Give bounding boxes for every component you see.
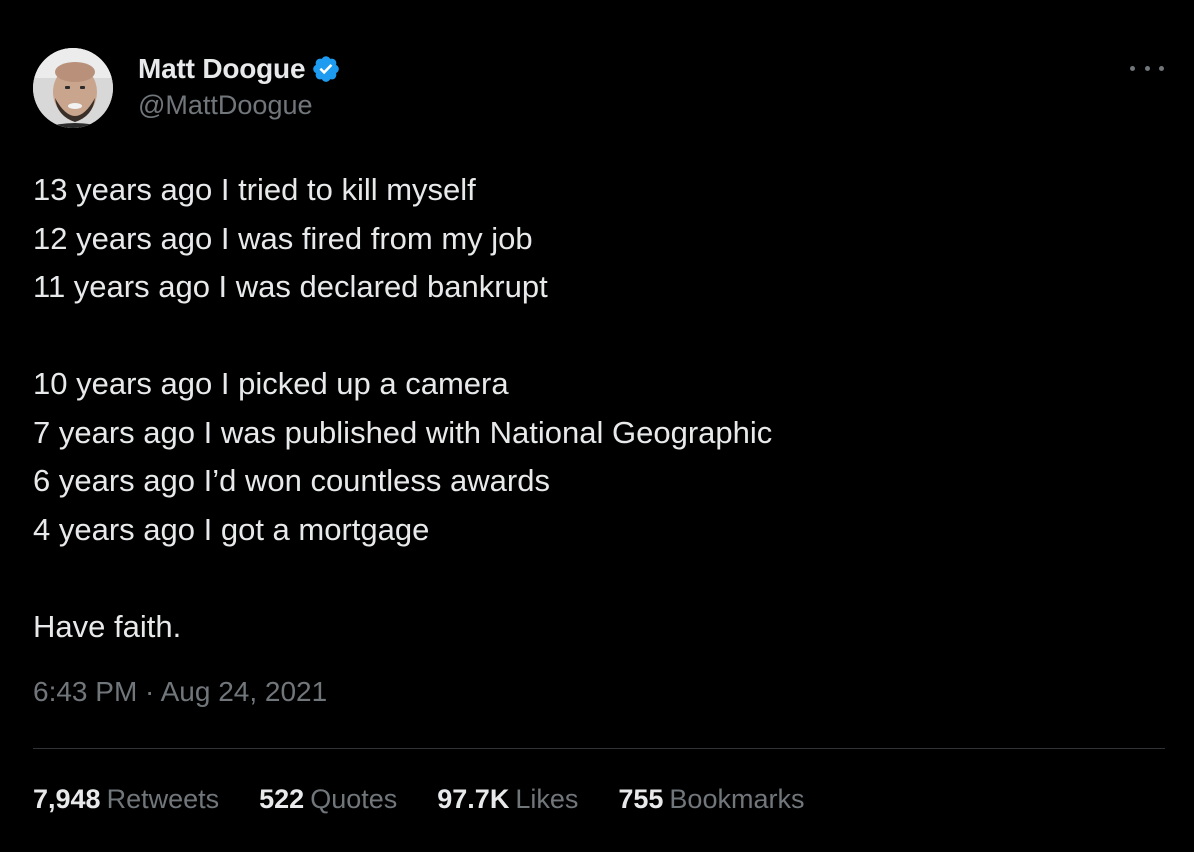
tweet-card: Matt Doogue @MattDoogue 13 years ago I t… [0, 0, 1194, 852]
tweet-timestamp[interactable]: 6:43 PM · Aug 24, 2021 [33, 676, 327, 708]
tweet-line: 12 years ago I was fired from my job [33, 220, 533, 256]
stat-label: Bookmarks [669, 784, 805, 814]
more-dot [1130, 65, 1135, 71]
stat-count: 97.7K [437, 784, 510, 814]
stat-likes[interactable]: 97.7K Likes [437, 784, 578, 815]
more-options-icon[interactable] [1130, 58, 1164, 78]
tweet-line: 11 years ago I was declared bankrupt [33, 269, 548, 304]
more-dot [1159, 65, 1164, 71]
tweet-line: Have faith. [33, 608, 182, 644]
tweet-line: 10 years ago I picked up a camera [33, 366, 509, 401]
verified-badge-icon [311, 54, 341, 84]
avatar-image [33, 48, 113, 128]
author-handle[interactable]: @MattDoogue [138, 90, 341, 121]
stat-count: 522 [259, 784, 305, 814]
tweet-line: 6 years ago I’d won countless awards [33, 463, 550, 498]
tweet-line: 13 years ago I tried to kill myself [33, 172, 476, 207]
stat-quotes[interactable]: 522 Quotes [259, 784, 397, 815]
stat-label: Quotes [310, 784, 398, 814]
stat-retweets[interactable]: 7,948 Retweets [33, 784, 219, 815]
stat-label: Likes [515, 784, 579, 814]
engagement-stats: 7,948 Retweets 522 Quotes 97.7K Likes 755 Bo… [33, 784, 844, 815]
stat-count: 7,948 [33, 784, 101, 814]
avatar[interactable] [33, 48, 113, 128]
name-row: Matt Doogue [138, 50, 341, 88]
stat-bookmarks[interactable]: 755 Bookmarks [618, 784, 804, 815]
divider [33, 748, 1165, 749]
author-display-name[interactable]: Matt Doogue [138, 53, 306, 85]
author-block: Matt Doogue @MattDoogue [138, 50, 341, 121]
stat-count: 755 [618, 784, 664, 814]
stat-label: Retweets [106, 784, 220, 814]
tweet-line: 7 years ago I was published with Nationa… [33, 414, 773, 450]
more-dot [1144, 65, 1150, 71]
tweet-text: 13 years ago I tried to kill myself 12 y… [33, 166, 1153, 651]
tweet-line: 4 years ago I got a mortgage [33, 511, 430, 547]
